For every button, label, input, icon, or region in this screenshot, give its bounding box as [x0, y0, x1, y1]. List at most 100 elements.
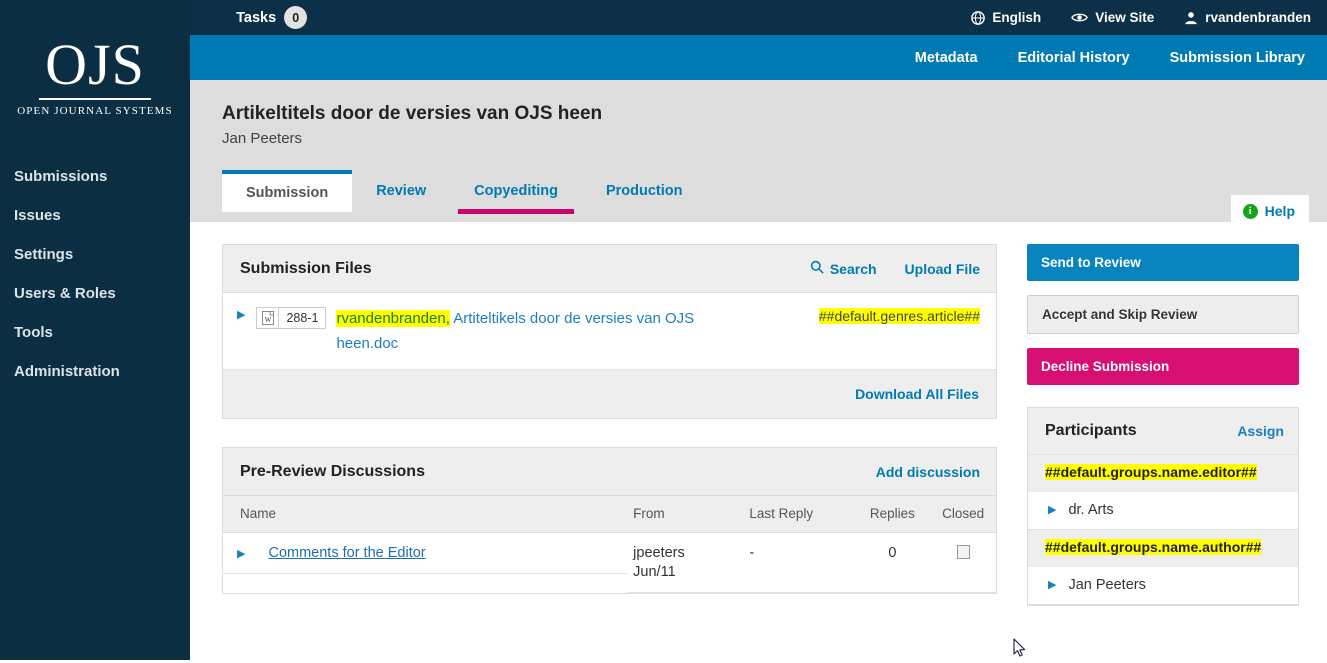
tab-submission[interactable]: Submission: [222, 170, 353, 212]
logo-text: OJS: [45, 32, 145, 97]
column-header-closed: Closed: [930, 496, 996, 533]
discussion-replies-cell: 0: [854, 532, 931, 593]
tab-copyediting[interactable]: Copyediting: [450, 170, 582, 214]
globe-icon: [971, 10, 986, 25]
discussions-table-head: Name From Last Reply Replies Closed: [223, 496, 996, 533]
tab-review[interactable]: Review: [352, 170, 450, 212]
tab-production[interactable]: Production: [582, 170, 707, 212]
ojs-logo: OJS OPEN JOURNAL SYSTEMS: [0, 32, 190, 118]
discussion-from-cell: jpeeters Jun/11: [627, 532, 744, 593]
accept-and-skip-review-button[interactable]: Accept and Skip Review: [1027, 295, 1299, 334]
participant-name: dr. Arts: [1068, 502, 1114, 518]
discussions-title: Pre-Review Discussions: [240, 462, 425, 480]
discussion-name-link[interactable]: Comments for the Editor: [268, 545, 425, 561]
discussion-name-cell: ▶ Comments for the Editor: [223, 533, 628, 574]
column-header-name: Name: [223, 496, 628, 533]
page-author: Jan Peeters: [222, 130, 303, 147]
add-discussion-button[interactable]: Add discussion: [876, 464, 980, 480]
top-bar-right: English View Site rvandenbranden: [971, 10, 1327, 25]
discussion-from-user: jpeeters: [633, 545, 685, 561]
svg-text:W: W: [265, 316, 272, 324]
discussions-actions: Add discussion: [876, 464, 980, 480]
participants-footer-divider: [1028, 604, 1298, 605]
expand-discussion-icon[interactable]: ▶: [237, 549, 245, 560]
language-label: English: [992, 10, 1042, 25]
tasks-count-badge: 0: [284, 6, 308, 29]
page-container: Artikeltitels door de versies van OJS he…: [190, 80, 1327, 660]
file-name-wrap: rvandenbranden, Artiteltikels door de ve…: [336, 306, 756, 356]
discussion-last-reply-cell: -: [743, 532, 855, 593]
workflow-tabs: Submission Review Copyediting Production: [222, 170, 1327, 214]
discussions-header: Pre-Review Discussions Add discussion: [223, 448, 996, 496]
upload-file-button[interactable]: Upload File: [905, 261, 980, 277]
submission-files-panel: Submission Files Search Upload File ▶ W …: [222, 244, 997, 419]
sidebar-nav: Submissions Issues Settings Users & Role…: [0, 157, 190, 391]
participant-row-editor: ▶ dr. Arts: [1028, 491, 1298, 529]
discussions-header-row: Name From Last Reply Replies Closed: [223, 496, 996, 533]
view-site-link[interactable]: View Site: [1071, 10, 1154, 25]
table-row: ▶ Comments for the Editor jpeeters Jun/1…: [223, 532, 996, 593]
discussion-closed-cell: [930, 532, 996, 593]
file-genre-label: ##default.genres.article##: [818, 308, 980, 324]
participant-group-author: ##default.groups.name.author##: [1028, 529, 1298, 566]
username-label: rvandenbranden: [1205, 10, 1311, 25]
main-column: Submission Files Search Upload File ▶ W …: [222, 244, 997, 622]
info-icon: i: [1242, 203, 1258, 219]
submission-files-actions: Search Upload File: [810, 260, 980, 277]
send-to-review-button[interactable]: Send to Review: [1027, 244, 1299, 281]
subnav-item-metadata[interactable]: Metadata: [915, 50, 978, 66]
expand-participant-icon[interactable]: ▶: [1048, 504, 1056, 516]
column-header-from: From: [627, 496, 744, 533]
expand-file-icon[interactable]: ▶: [237, 310, 245, 321]
discussions-table-body: ▶ Comments for the Editor jpeeters Jun/1…: [223, 532, 996, 593]
user-menu[interactable]: rvandenbranden: [1184, 10, 1311, 25]
logo-divider: [39, 98, 151, 100]
subnav-item-submission-library[interactable]: Submission Library: [1170, 50, 1305, 66]
sidebar-item-settings[interactable]: Settings: [0, 235, 190, 274]
participants-header: Participants Assign: [1028, 408, 1298, 454]
search-button[interactable]: Search: [810, 260, 877, 277]
logo-subtitle: OPEN JOURNAL SYSTEMS: [17, 105, 173, 117]
eye-icon: [1071, 11, 1089, 24]
subnav-item-editorial-history[interactable]: Editorial History: [1018, 50, 1130, 66]
submission-files-title: Submission Files: [240, 259, 372, 277]
discussions-table: Name From Last Reply Replies Closed ▶ Co…: [223, 496, 996, 593]
side-column: Send to Review Accept and Skip Review De…: [1027, 244, 1299, 622]
sidebar-item-administration[interactable]: Administration: [0, 352, 190, 391]
page-header: Artikeltitels door de versies van OJS he…: [190, 80, 1327, 147]
language-selector[interactable]: English: [971, 10, 1041, 25]
tasks-button[interactable]: Tasks 0: [236, 6, 308, 29]
participant-group-editor-label: ##default.groups.name.editor##: [1045, 464, 1257, 480]
search-label: Search: [829, 260, 877, 277]
decline-submission-button[interactable]: Decline Submission: [1027, 348, 1299, 385]
sidebar-item-submissions[interactable]: Submissions: [0, 157, 190, 196]
participants-panel: Participants Assign ##default.groups.nam…: [1027, 407, 1299, 606]
tasks-label: Tasks: [236, 9, 277, 26]
participant-group-editor: ##default.groups.name.editor##: [1028, 454, 1298, 491]
left-sidebar: OJS OPEN JOURNAL SYSTEMS Submissions Iss…: [0, 0, 190, 660]
sidebar-item-tools[interactable]: Tools: [0, 313, 190, 352]
submission-files-header: Submission Files Search Upload File: [223, 245, 996, 293]
expand-participant-icon[interactable]: ▶: [1048, 579, 1056, 591]
help-label: Help: [1264, 203, 1295, 219]
submission-file-row: ▶ W 288-1 rvandenbranden, Artiteltikels …: [223, 293, 996, 370]
submission-files-footer: Download All Files: [223, 370, 996, 418]
search-icon: [810, 260, 824, 277]
download-all-files-button[interactable]: Download All Files: [855, 386, 979, 402]
closed-checkbox[interactable]: [956, 545, 970, 559]
file-uploader: rvandenbranden,: [336, 310, 450, 327]
discussion-from-date: Jun/11: [633, 564, 676, 580]
column-header-replies: Replies: [854, 496, 931, 533]
file-id-label: 288-1: [279, 308, 326, 328]
participant-group-author-label: ##default.groups.name.author##: [1045, 539, 1262, 555]
column-header-last-reply: Last Reply: [743, 496, 855, 533]
sidebar-item-users-roles[interactable]: Users & Roles: [0, 274, 190, 313]
content-columns: Submission Files Search Upload File ▶ W …: [190, 222, 1327, 622]
workflow-canvas: Submission Files Search Upload File ▶ W …: [190, 222, 1327, 660]
participant-row-author: ▶ Jan Peeters: [1028, 566, 1298, 604]
secondary-nav: Metadata Editorial History Submission Li…: [190, 35, 1327, 80]
sidebar-item-issues[interactable]: Issues: [0, 196, 190, 235]
assign-participant-button[interactable]: Assign: [1237, 423, 1284, 439]
file-chip[interactable]: W 288-1: [256, 307, 327, 329]
word-document-icon: W: [257, 308, 280, 328]
